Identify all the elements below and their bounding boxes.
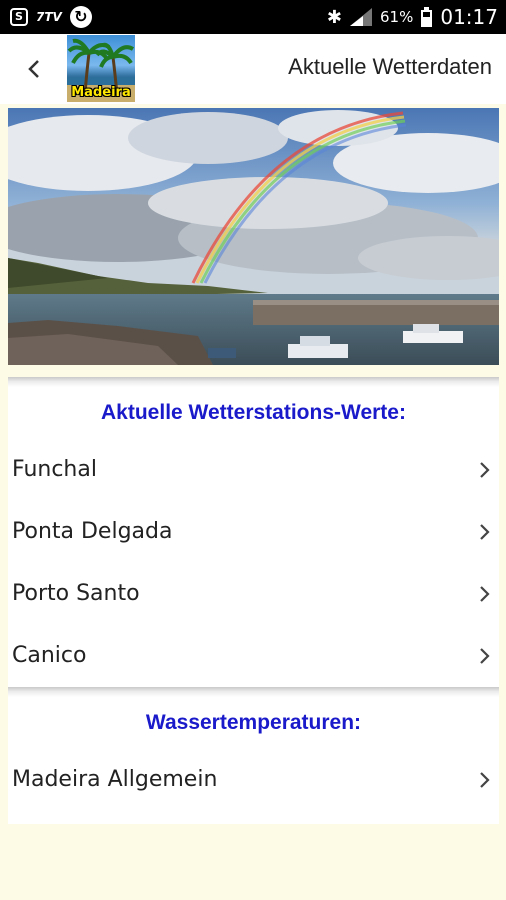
list-item-ponta-delgada[interactable]: Ponta Delgada [8, 501, 499, 563]
harbor-rainbow-photo [8, 108, 499, 365]
screenshot-icon: S [10, 8, 28, 26]
hero-photo [8, 108, 499, 365]
list-item-label: Canico [12, 643, 87, 668]
back-button[interactable] [18, 52, 50, 86]
section-divider [8, 687, 499, 697]
sync-icon: ↻ [69, 6, 92, 28]
chevron-right-icon [480, 772, 490, 788]
chevron-left-icon [28, 60, 39, 78]
signal-icon [350, 8, 373, 26]
list-item-canico[interactable]: Canico [8, 625, 499, 687]
list-item-label: Porto Santo [12, 581, 140, 606]
content-card: Aktuelle Wetterstations-Werte: Funchal P… [8, 377, 499, 824]
list-item-label: Funchal [12, 457, 97, 482]
logo-label: Madeira [71, 85, 131, 100]
page-title: Aktuelle Wetterdaten [288, 54, 492, 79]
chevron-right-icon [480, 524, 490, 540]
chevron-right-icon [480, 648, 490, 664]
clock: 01:17 [440, 5, 498, 29]
list-item-madeira-allgemein[interactable]: Madeira Allgemein [8, 749, 499, 811]
carrier-icon: 7TV [36, 10, 62, 24]
section-title-water-temperatures: Wassertemperaturen: [145, 711, 362, 734]
status-bar: S 7TV ↻ ✱ 61% 01:17 [0, 0, 506, 34]
list-item-funchal[interactable]: Funchal [8, 439, 499, 501]
battery-icon [421, 7, 433, 27]
app-bar: Madeira Aktuelle Wetterdaten [0, 34, 506, 104]
list-item-label: Ponta Delgada [12, 519, 173, 544]
page-bottom-area [0, 824, 506, 900]
chevron-right-icon [480, 462, 490, 478]
chevron-right-icon [480, 586, 490, 602]
status-right: ✱ 61% 01:17 [327, 4, 498, 30]
list-item-label: Madeira Allgemein [12, 767, 218, 792]
section-title-weather-stations: Aktuelle Wetterstations-Werte: [101, 401, 406, 424]
status-left: S 7TV ↻ [10, 6, 92, 28]
battery-percent: 61% [380, 8, 414, 26]
bluetooth-icon: ✱ [326, 6, 343, 28]
app-logo: Madeira [67, 35, 135, 102]
list-item-porto-santo[interactable]: Porto Santo [8, 563, 499, 625]
section-divider [8, 377, 499, 387]
